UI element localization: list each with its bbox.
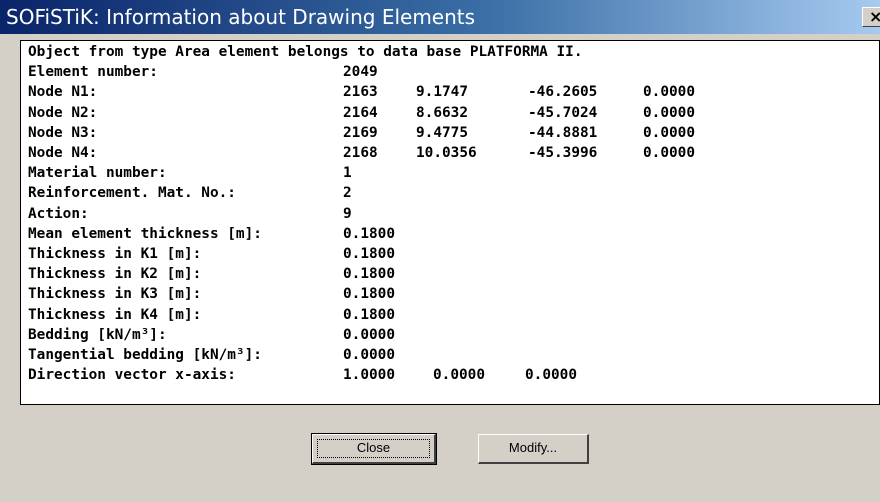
info-line: Mean element thickness [m]: 0.1800 <box>28 225 878 243</box>
info-label: Reinforcement. Mat. No.: <box>28 185 236 202</box>
info-value: -45.3996 <box>528 145 598 161</box>
dialog-window: SOFiSTiK: Information about Drawing Elem… <box>0 0 880 502</box>
info-value: 2168 <box>343 145 378 161</box>
info-value: 2164 <box>343 104 378 121</box>
info-label: Tangential bedding [kN/m³]: <box>28 347 262 363</box>
close-button[interactable]: Close <box>311 433 437 465</box>
info-value: 9 <box>343 205 352 222</box>
info-label: Element number: <box>28 64 158 81</box>
info-line: Node N4: 2168 10.0356 -45.3996 0.0000 <box>28 144 878 162</box>
info-label: Node N2: <box>28 104 98 121</box>
window-title: SOFiSTiK: Information about Drawing Elem… <box>6 5 476 29</box>
info-value: 0.0000 <box>343 347 395 363</box>
info-label: Bedding [kN/m³]: <box>28 326 167 343</box>
info-label: Thickness in K1 [m]: <box>28 246 202 262</box>
info-label: Material number: <box>28 165 167 182</box>
info-label: Action: <box>28 205 89 222</box>
info-line: Thickness in K3 [m]: 0.1800 <box>28 285 878 303</box>
info-label: Thickness in K4 [m]: <box>28 306 202 323</box>
info-line: Action: 9 <box>28 205 878 223</box>
info-value: 10.0356 <box>416 145 477 161</box>
info-line: Node N1: 2163 9.1747 -46.2605 0.0000 <box>28 83 878 101</box>
info-value: 2 <box>343 185 352 202</box>
close-icon[interactable]: × <box>862 7 880 27</box>
info-line: Bedding [kN/m³]: 0.0000 <box>28 326 878 344</box>
info-value: 0.0000 <box>643 84 695 101</box>
info-value: 9.4775 <box>416 124 468 141</box>
info-line: Material number: 1 <box>28 164 878 182</box>
info-value: 2163 <box>343 84 378 101</box>
info-value: 9.1747 <box>416 84 468 101</box>
info-label: Node N1: <box>28 84 98 101</box>
info-value: 0.0000 <box>525 367 577 384</box>
info-label: Object from type Area element belongs to… <box>28 44 583 60</box>
modify-button-label: Modify... <box>508 440 558 455</box>
info-line: Tangential bedding [kN/m³]: 0.0000 <box>28 346 878 364</box>
info-line: Element number: 2049 <box>28 63 878 81</box>
info-value: 2169 <box>343 124 378 141</box>
info-line: Thickness in K4 [m]: 0.1800 <box>28 306 878 324</box>
info-label: Mean element thickness [m]: <box>28 225 262 242</box>
info-value: 1.0000 <box>343 367 395 384</box>
info-line: Thickness in K1 [m]: 0.1800 <box>28 245 878 263</box>
info-label: Node N4: <box>28 145 98 161</box>
info-value: 0.0000 <box>343 326 395 343</box>
info-label: Direction vector x-axis: <box>28 367 236 384</box>
info-value: 2049 <box>343 64 378 81</box>
info-line: Direction vector x-axis: 1.0000 0.0000 0.00… <box>28 366 878 384</box>
info-value: 1 <box>343 165 352 182</box>
info-value: -46.2605 <box>528 84 598 101</box>
info-value: 0.1800 <box>343 306 395 323</box>
info-value: 0.1800 <box>343 246 395 262</box>
info-line: Node N3: 2169 9.4775 -44.8881 0.0000 <box>28 124 878 142</box>
info-value: 0.0000 <box>643 145 695 161</box>
info-value: -44.8881 <box>528 124 598 141</box>
info-value: 0.1800 <box>343 225 395 242</box>
info-value: 0.0000 <box>433 367 485 384</box>
info-value: 0.1800 <box>343 266 395 283</box>
info-value: 0.0000 <box>643 104 695 121</box>
info-value: -45.7024 <box>528 104 598 121</box>
modify-button[interactable]: Modify... <box>478 434 589 464</box>
info-label: Thickness in K2 [m]: <box>28 266 202 283</box>
info-line: Reinforcement. Mat. No.: 2 <box>28 184 878 202</box>
info-value: 0.1800 <box>343 286 395 303</box>
info-value: 0.0000 <box>643 124 695 141</box>
info-value: 8.6632 <box>416 104 468 121</box>
title-bar[interactable]: SOFiSTiK: Information about Drawing Elem… <box>0 0 880 34</box>
element-info-panel: Object from type Area element belongs to… <box>20 40 880 405</box>
info-line: Thickness in K2 [m]: 0.1800 <box>28 265 878 283</box>
close-button-label: Close <box>356 440 391 455</box>
info-line: Object from type Area element belongs to… <box>28 43 878 61</box>
info-label: Thickness in K3 [m]: <box>28 286 202 303</box>
info-label: Node N3: <box>28 124 98 141</box>
info-line: Node N2: 2164 8.6632 -45.7024 0.0000 <box>28 104 878 122</box>
